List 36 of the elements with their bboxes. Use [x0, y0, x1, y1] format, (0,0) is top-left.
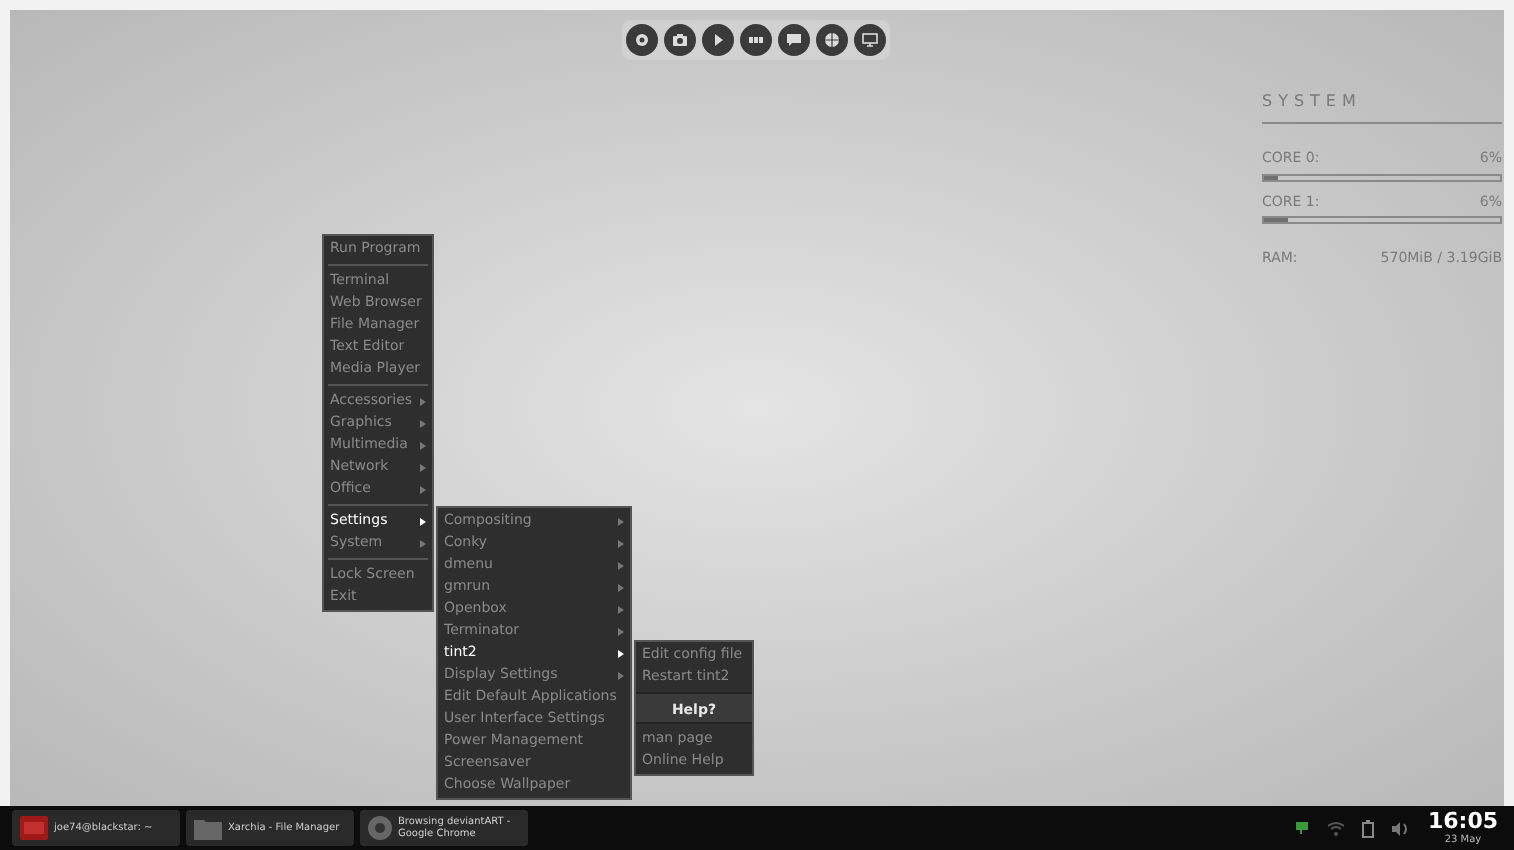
- dock-button[interactable]: [854, 24, 886, 56]
- dock-button[interactable]: [626, 24, 658, 56]
- terminal-icon: [20, 816, 48, 840]
- submenu-arrow-icon: [420, 485, 426, 493]
- submenu-arrow-icon: [618, 627, 624, 635]
- volume-icon[interactable]: [1391, 821, 1410, 835]
- dock-button[interactable]: [816, 24, 848, 56]
- monitor-title: SYSTEM: [1262, 90, 1502, 124]
- network-icon[interactable]: [1293, 820, 1310, 836]
- battery-icon[interactable]: [1361, 819, 1374, 837]
- grid-icon: [748, 32, 764, 48]
- camera-icon: [672, 32, 688, 48]
- submenu-arrow-icon: [618, 605, 624, 613]
- submenu-arrow-icon: [420, 517, 426, 525]
- submenu-arrow-icon: [618, 539, 624, 547]
- submenu-arrow-icon: [618, 583, 624, 591]
- dock-button[interactable]: [664, 24, 696, 56]
- clock-time: 16:05: [1427, 810, 1498, 834]
- globe-icon: [824, 32, 840, 48]
- submenu-arrow-icon: [618, 671, 624, 679]
- wifi-icon[interactable]: [1327, 820, 1344, 836]
- submenu-arrow-icon: [420, 419, 426, 427]
- submenu-arrow-icon: [420, 441, 426, 449]
- dock-button[interactable]: [740, 24, 772, 56]
- folder-icon: [194, 817, 222, 839]
- speech-bubble-icon: [786, 32, 802, 48]
- monitor-icon: [862, 32, 878, 48]
- submenu-arrow-icon: [420, 397, 426, 405]
- dock-button[interactable]: [702, 24, 734, 56]
- submenu-arrow-icon: [618, 517, 624, 525]
- submenu-arrow-icon: [618, 561, 624, 569]
- submenu-arrow-icon: [618, 649, 624, 657]
- submenu-arrow-icon: [420, 463, 426, 471]
- dock-button[interactable]: [778, 24, 810, 56]
- submenu-arrow-icon: [420, 539, 426, 547]
- play-icon: [710, 32, 726, 48]
